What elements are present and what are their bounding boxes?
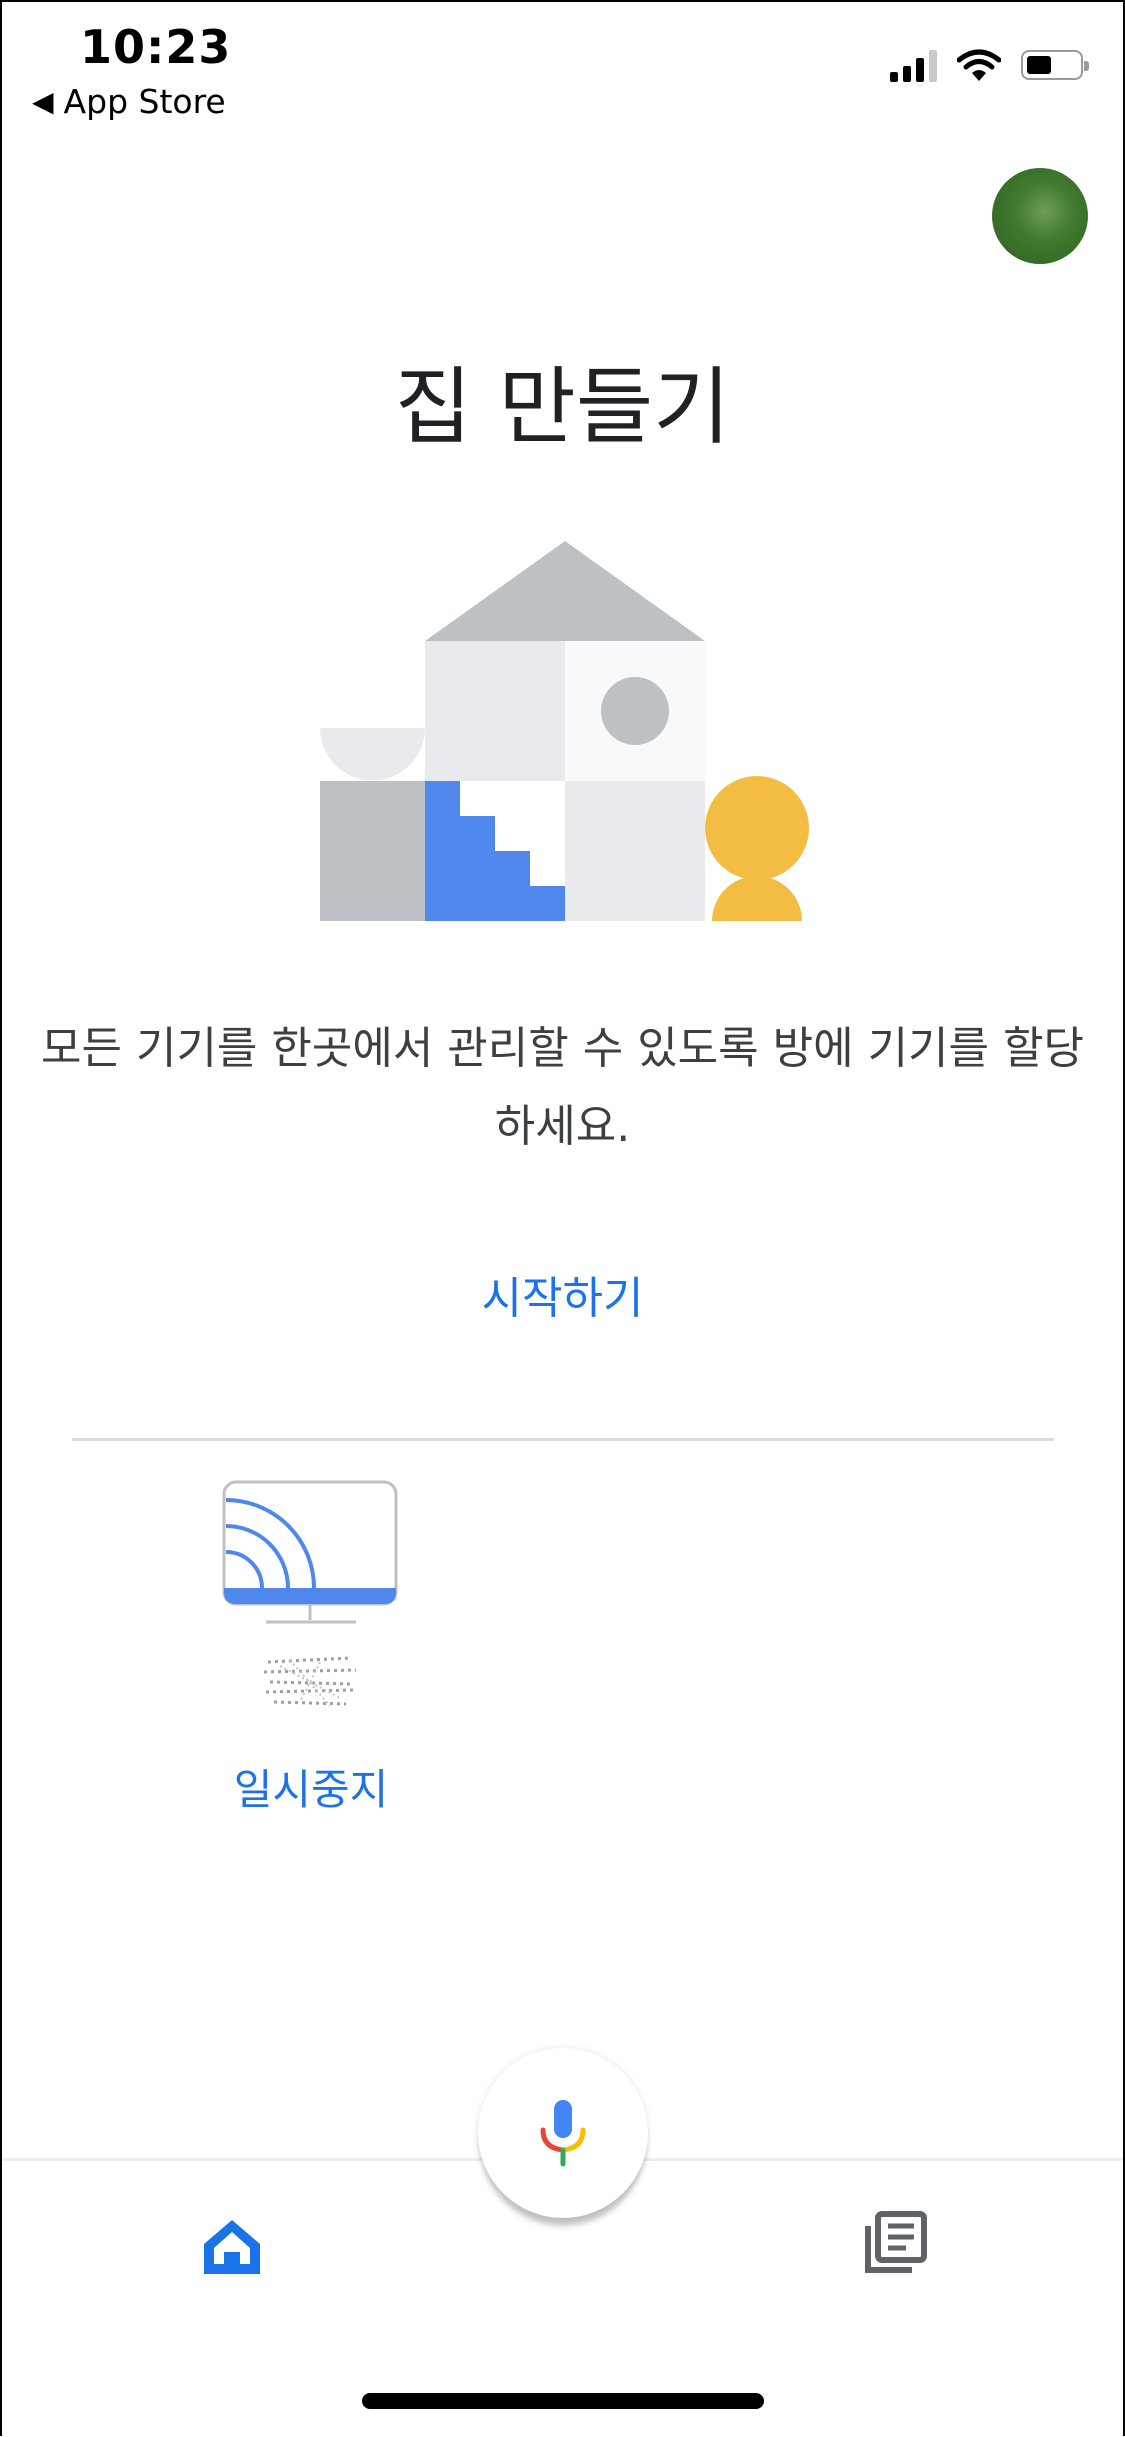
status-time: 10:23	[80, 20, 232, 74]
device-name-redacted	[263, 1656, 357, 1707]
get-started-link[interactable]: 시작하기	[0, 1262, 1125, 1326]
back-arrow-icon: ◀	[32, 85, 54, 118]
section-divider	[72, 1438, 1054, 1441]
home-illustration	[320, 541, 809, 921]
wifi-icon	[957, 49, 1001, 81]
device-tile[interactable]: 일시중지	[200, 1480, 422, 1814]
home-indicator	[362, 2393, 764, 2409]
cast-display-icon	[222, 1480, 398, 1624]
battery-icon	[1021, 50, 1089, 80]
mic-button[interactable]	[478, 2048, 648, 2218]
back-label: App Store	[63, 82, 226, 121]
home-icon[interactable]	[200, 2214, 264, 2278]
page-title: 집 만들기	[394, 358, 731, 456]
status-icons	[890, 48, 1089, 82]
cellular-signal-icon	[890, 48, 937, 82]
mic-icon	[540, 2100, 586, 2167]
pause-button[interactable]: 일시중지	[200, 1756, 422, 1817]
back-to-app-store[interactable]: ◀ App Store	[32, 82, 226, 121]
feed-icon[interactable]	[858, 2210, 928, 2280]
description-text: 모든 기기를 한곳에서 관리할 수 있도록 방에 기기를 할당하세요.	[41, 1023, 1084, 1152]
account-avatar[interactable]	[992, 168, 1088, 264]
